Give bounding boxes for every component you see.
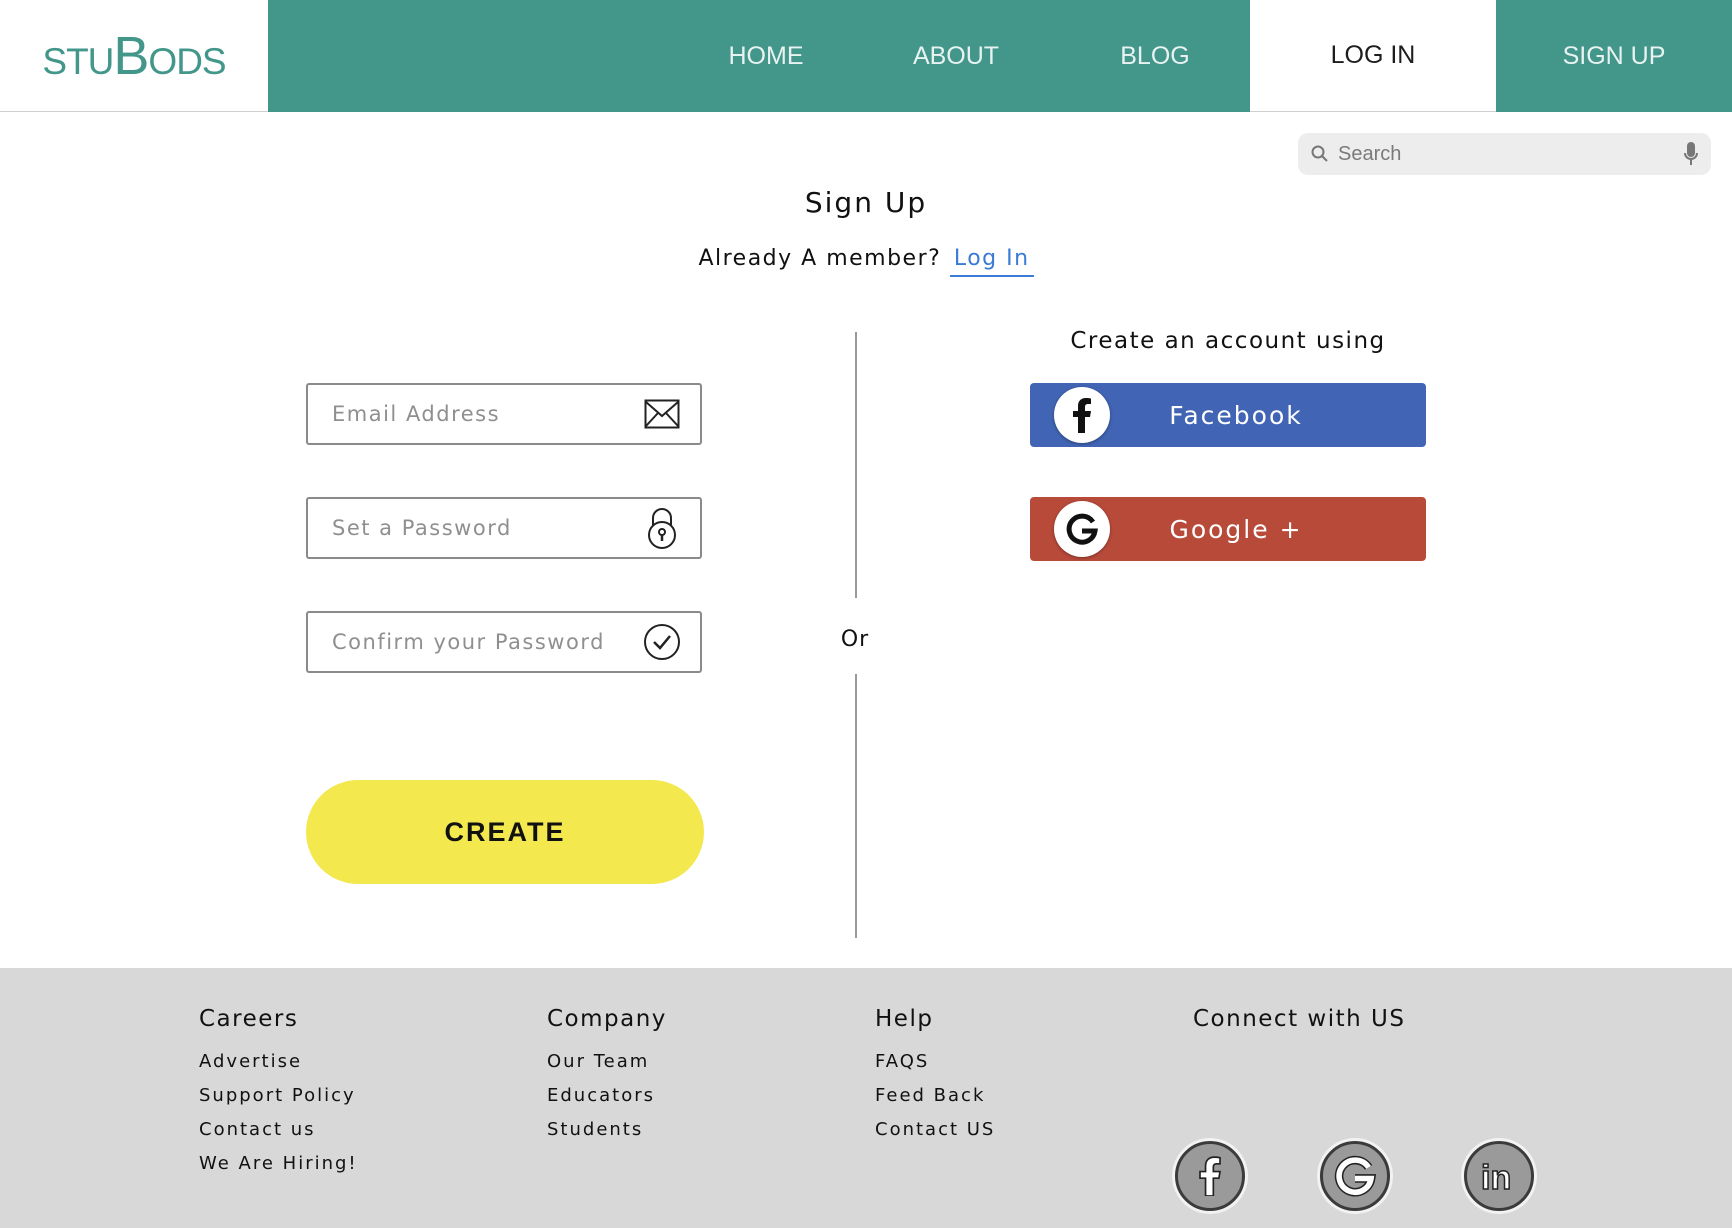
search-input[interactable]	[1336, 141, 1670, 167]
logo-text-b: B	[113, 25, 149, 86]
footer-link-faqs[interactable]: FAQS	[875, 1051, 929, 1072]
footer-link-support-policy[interactable]: Support Policy	[199, 1085, 356, 1106]
logo-text-stu: STU	[42, 40, 114, 82]
nav-signup[interactable]: SIGN UP	[1496, 0, 1732, 112]
footer-careers-title: Careers	[199, 1006, 299, 1032]
footer-link-contact-us-help[interactable]: Contact US	[875, 1119, 995, 1140]
lock-icon	[640, 506, 684, 550]
google-signup-button[interactable]: Google +	[1030, 497, 1426, 561]
member-prompt: Already A member? Log In	[0, 246, 1732, 277]
footer-link-feedback[interactable]: Feed Back	[875, 1085, 985, 1106]
footer-link-contact-us[interactable]: Contact us	[199, 1119, 316, 1140]
nav-about[interactable]: ABOUT	[876, 0, 1036, 112]
nav-home[interactable]: HOME	[686, 0, 846, 112]
footer-link-advertise[interactable]: Advertise	[199, 1051, 302, 1072]
email-field	[306, 383, 702, 445]
password-field	[306, 497, 702, 559]
footer-link-our-team[interactable]: Our Team	[547, 1051, 649, 1072]
password-input[interactable]	[330, 515, 640, 541]
search-icon	[1310, 144, 1330, 164]
google-label: Google +	[1169, 514, 1303, 544]
social-heading: Create an account using	[1070, 328, 1386, 354]
confirm-password-field	[306, 611, 702, 673]
facebook-icon	[1054, 387, 1110, 443]
search-bar	[1298, 133, 1711, 175]
footer-help-title: Help	[875, 1006, 934, 1032]
footer-link-educators[interactable]: Educators	[547, 1085, 655, 1106]
footer-linkedin-icon[interactable]: in	[1464, 1141, 1534, 1211]
footer-facebook-icon[interactable]	[1175, 1141, 1245, 1211]
envelope-icon	[640, 392, 684, 436]
footer-link-students[interactable]: Students	[547, 1119, 643, 1140]
member-text: Already A member?	[698, 246, 942, 271]
nav-login[interactable]: LOG IN	[1250, 0, 1496, 112]
facebook-signup-button[interactable]: Facebook	[1030, 383, 1426, 447]
checkmark-icon	[640, 620, 684, 664]
microphone-icon[interactable]	[1683, 141, 1699, 167]
or-label: Or	[840, 627, 870, 652]
create-button[interactable]: CREATE	[306, 780, 704, 884]
svg-text:in: in	[1481, 1159, 1511, 1194]
email-input[interactable]	[330, 401, 640, 427]
confirm-password-input[interactable]	[330, 629, 640, 655]
footer-google-icon[interactable]	[1320, 1141, 1390, 1211]
footer-connect-title: Connect with US	[1193, 1006, 1406, 1032]
divider-bottom	[855, 674, 857, 938]
logo[interactable]: STUBODS	[0, 0, 268, 112]
page-title: Sign Up	[804, 186, 928, 219]
google-icon	[1054, 501, 1110, 557]
nav-blog[interactable]: BLOG	[1075, 0, 1235, 112]
logo-text-ods: ODS	[148, 40, 226, 82]
footer-link-hiring[interactable]: We Are Hiring!	[199, 1153, 358, 1174]
facebook-label: Facebook	[1169, 400, 1303, 430]
divider-top	[855, 332, 857, 598]
login-link[interactable]: Log In	[949, 246, 1034, 277]
footer-company-title: Company	[547, 1006, 667, 1032]
